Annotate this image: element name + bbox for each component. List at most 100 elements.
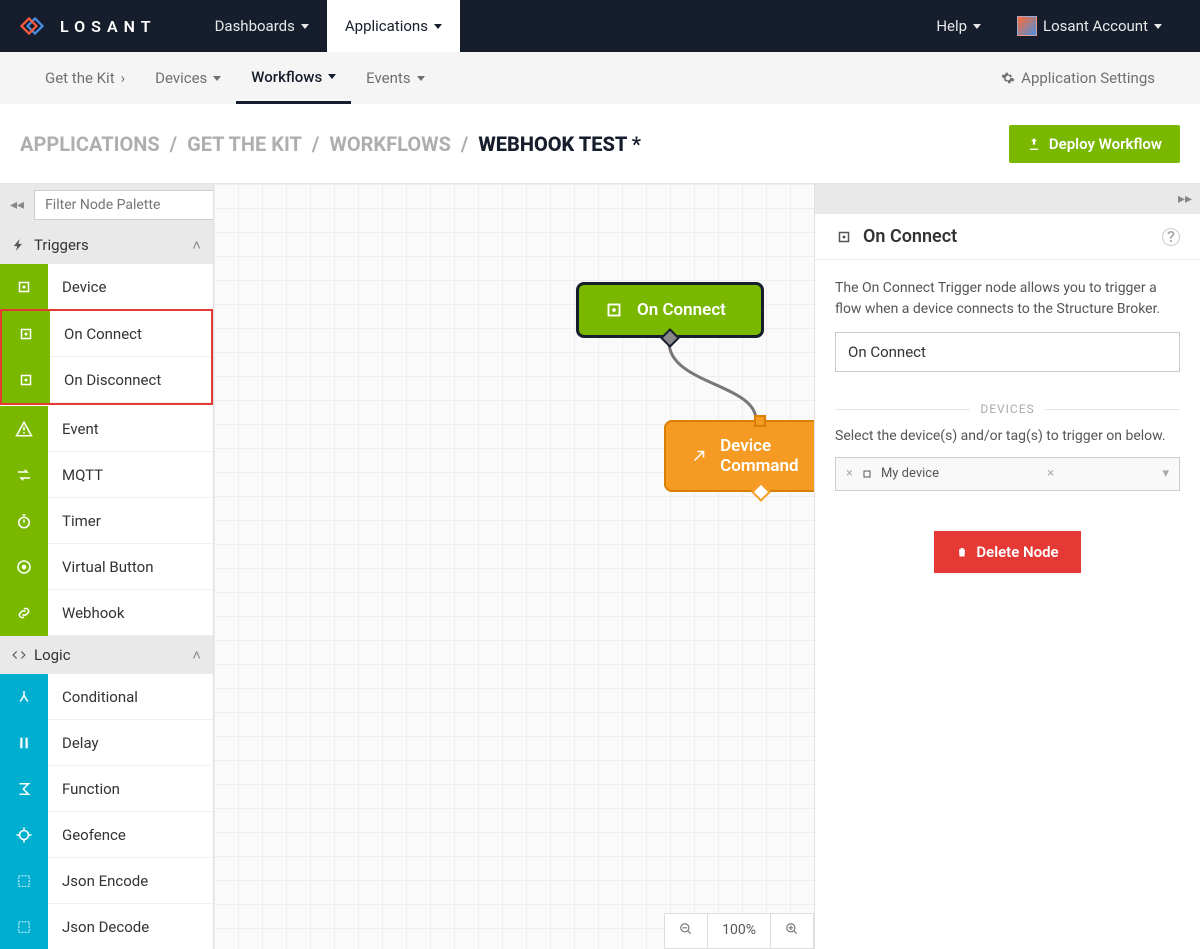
- selected-device-label: My device: [881, 464, 939, 484]
- brand-text: LOSANT: [60, 17, 157, 36]
- palette-item-json-decode[interactable]: Json Decode: [0, 904, 213, 949]
- zoom-out-button[interactable]: [665, 914, 707, 948]
- trash-icon: [956, 546, 968, 558]
- node-label: On Connect: [637, 300, 726, 320]
- breadcrumb-separator: /: [461, 132, 468, 156]
- palette-section-label: Logic: [34, 646, 71, 664]
- palette-item-label: Function: [48, 780, 120, 798]
- node-name-input[interactable]: [835, 332, 1180, 372]
- canvas-node-device-command[interactable]: Device Command: [664, 420, 814, 492]
- highlighted-palette-items: On Connect On Disconnect: [0, 309, 213, 405]
- palette-item-on-connect[interactable]: On Connect: [2, 311, 211, 357]
- brand-logo[interactable]: LOSANT: [20, 11, 157, 41]
- palette-filter-input[interactable]: [34, 190, 214, 220]
- subnav-devices[interactable]: Devices: [140, 52, 236, 104]
- palette-item-mqtt[interactable]: MQTT: [0, 452, 213, 498]
- chip-icon: [17, 325, 35, 343]
- palette-filter-row: ◂◂: [0, 184, 213, 226]
- inspector-top-bar: ▸▸: [815, 184, 1200, 214]
- nav-dashboards-label: Dashboards: [215, 17, 295, 35]
- losant-logo-icon: [20, 11, 50, 41]
- node-palette: ◂◂ Triggers ˄ Device On Connect On Disco…: [0, 184, 214, 949]
- warning-icon: [15, 420, 33, 438]
- nav-dashboards[interactable]: Dashboards: [197, 0, 327, 52]
- palette-item-device[interactable]: Device: [0, 264, 213, 310]
- palette-item-label: Timer: [48, 512, 101, 530]
- json-decode-icon: [15, 918, 33, 936]
- branch-icon: [15, 688, 33, 706]
- breadcrumb-bar: APPLICATIONS / GET THE KIT / WORKFLOWS /…: [0, 104, 1200, 184]
- inspector-panel: ▸▸ On Connect ? The On Connect Trigger n…: [814, 184, 1200, 949]
- top-navbar: LOSANT Dashboards Applications Help Losa…: [0, 0, 1200, 52]
- palette-item-event[interactable]: Event: [0, 406, 213, 452]
- subnav-app-settings[interactable]: Application Settings: [986, 52, 1170, 104]
- clear-selector-button[interactable]: ×: [1047, 464, 1054, 484]
- json-encode-icon: [15, 872, 33, 890]
- palette-item-label: Delay: [48, 734, 99, 752]
- palette-item-conditional[interactable]: Conditional: [0, 674, 213, 720]
- link-icon: [15, 604, 33, 622]
- chip-icon: [17, 371, 35, 389]
- inspector-header: On Connect ?: [815, 214, 1200, 260]
- upload-icon: [1027, 137, 1041, 151]
- subnav-get-the-kit[interactable]: Get the Kit ›: [30, 52, 140, 104]
- delete-node-button[interactable]: Delete Node: [934, 531, 1080, 573]
- chip-icon: [15, 278, 33, 296]
- nav-applications[interactable]: Applications: [327, 0, 460, 52]
- breadcrumb-get-the-kit[interactable]: GET THE KIT: [187, 132, 302, 156]
- palette-item-label: Event: [48, 420, 99, 438]
- palette-item-label: Json Decode: [48, 918, 149, 936]
- nav-account[interactable]: Losant Account: [999, 0, 1180, 52]
- deploy-workflow-button[interactable]: Deploy Workflow: [1009, 125, 1180, 163]
- breadcrumb-applications[interactable]: APPLICATIONS: [20, 132, 160, 156]
- palette-item-geofence[interactable]: Geofence: [0, 812, 213, 858]
- inspector-expand-button[interactable]: ▸▸: [1178, 191, 1192, 207]
- inspector-body: The On Connect Trigger node allows you t…: [815, 260, 1200, 591]
- main-area: ◂◂ Triggers ˄ Device On Connect On Disco…: [0, 184, 1200, 949]
- palette-collapse-button[interactable]: ◂◂: [6, 197, 28, 213]
- nav-account-label: Losant Account: [1043, 17, 1148, 35]
- bolt-icon: [12, 238, 26, 252]
- palette-item-json-encode[interactable]: Json Encode: [0, 858, 213, 904]
- palette-item-label: On Connect: [50, 325, 142, 343]
- canvas-node-on-connect[interactable]: On Connect: [576, 282, 764, 338]
- avatar-icon: [1017, 16, 1037, 36]
- node-input-handle[interactable]: [754, 415, 766, 427]
- palette-item-label: MQTT: [48, 466, 103, 484]
- chip-icon: [835, 228, 853, 246]
- palette-item-timer[interactable]: Timer: [0, 498, 213, 544]
- device-tag-selector[interactable]: × My device × ▾: [835, 457, 1180, 491]
- dropdown-caret-icon[interactable]: ▾: [1162, 464, 1169, 484]
- zoom-in-button[interactable]: [770, 914, 813, 948]
- devices-help-text: Select the device(s) and/or tag(s) to tr…: [835, 426, 1180, 447]
- palette-item-virtual-button[interactable]: Virtual Button: [0, 544, 213, 590]
- palette-item-function[interactable]: Function: [0, 766, 213, 812]
- zoom-in-icon: [785, 922, 799, 936]
- zoom-level[interactable]: 100%: [707, 914, 770, 948]
- breadcrumb-workflows[interactable]: WORKFLOWS: [329, 132, 451, 156]
- palette-item-delay[interactable]: Delay: [0, 720, 213, 766]
- subnav-workflows[interactable]: Workflows: [236, 52, 351, 104]
- remove-device-tag-button[interactable]: ×: [846, 464, 853, 484]
- chevron-up-icon: ˄: [192, 646, 201, 664]
- palette-item-webhook[interactable]: Webhook: [0, 590, 213, 636]
- subnav-events[interactable]: Events: [351, 52, 439, 104]
- breadcrumb: APPLICATIONS / GET THE KIT / WORKFLOWS /…: [20, 132, 641, 156]
- workflow-canvas[interactable]: On Connect Device Command 100%: [214, 184, 814, 949]
- caret-down-icon: [434, 24, 442, 29]
- breadcrumb-separator: /: [312, 132, 319, 156]
- caret-down-icon: [417, 76, 425, 81]
- nav-help[interactable]: Help: [918, 0, 999, 52]
- caret-down-icon: [973, 24, 981, 29]
- gear-icon: [1001, 71, 1015, 85]
- palette-item-label: Webhook: [48, 604, 124, 622]
- help-icon[interactable]: ?: [1162, 228, 1180, 246]
- pause-icon: [15, 734, 33, 752]
- caret-down-icon: [1154, 24, 1162, 29]
- chevron-right-icon: ›: [121, 69, 126, 87]
- caret-down-icon: [301, 24, 309, 29]
- deploy-label: Deploy Workflow: [1049, 135, 1162, 153]
- palette-section-logic[interactable]: Logic ˄: [0, 636, 213, 674]
- palette-section-triggers[interactable]: Triggers ˄: [0, 226, 213, 264]
- palette-item-on-disconnect[interactable]: On Disconnect: [2, 357, 211, 403]
